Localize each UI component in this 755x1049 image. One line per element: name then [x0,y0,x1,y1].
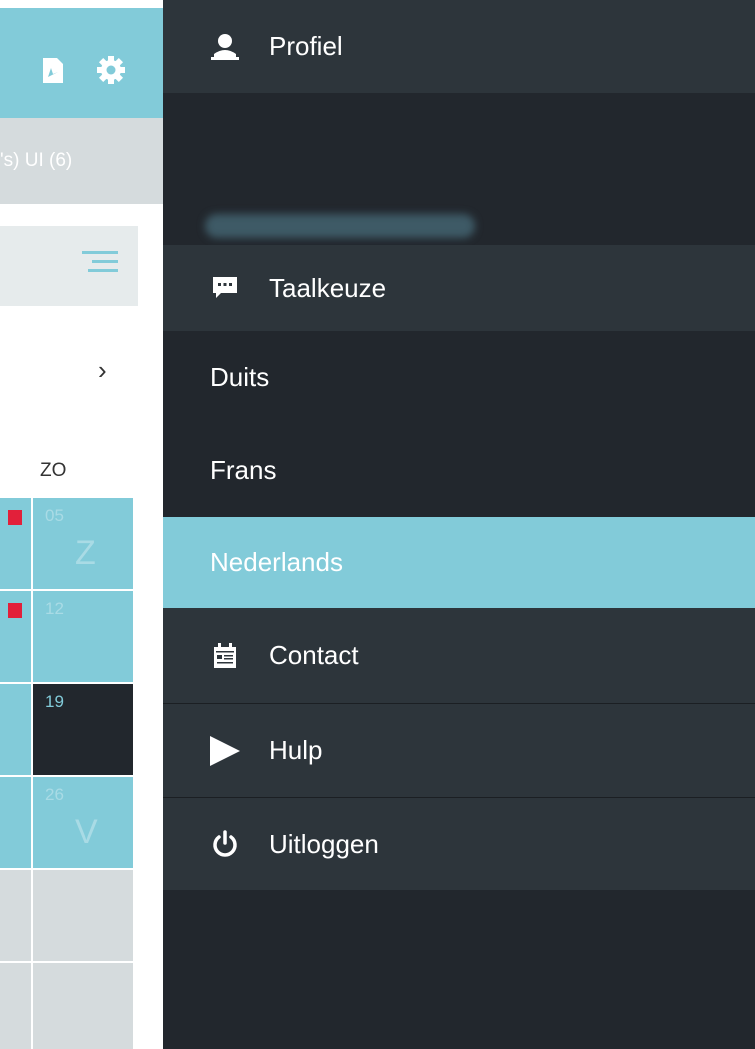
menu-label-language: Taalkeuze [269,272,387,303]
menu-item-help[interactable]: Hulp [163,704,755,798]
menu-label-profile: Profiel [269,31,343,61]
menu-label-contact: Contact [269,640,359,670]
calendar-cell-sunday[interactable]: 05 Z [33,498,133,589]
calendar-row [0,963,133,1049]
language-option-nederlands[interactable]: Nederlands [163,517,755,608]
language-label-duits: Duits [210,362,270,392]
filter-label: 's) UI (6) [0,150,73,171]
calendar-cell-saturday[interactable] [0,870,31,961]
calendar-day-number: 12 [45,599,64,618]
app-toolbar [0,8,163,118]
calendar-cell-saturday[interactable] [0,963,31,1049]
calendar-cell-sunday[interactable] [33,963,133,1049]
navigation-drawer: Profiel Taalkeuze Duits Frans Nederlands [163,0,755,1049]
gear-icon[interactable] [96,55,126,85]
redacted-username [205,214,475,238]
user-info-redacted [163,93,755,301]
menu-header-language: Taalkeuze [163,245,755,331]
calendar-row: 05 Z [0,498,133,591]
calendar-cell-sunday[interactable]: 26 V [33,777,133,868]
contact-card-icon [207,641,243,671]
calendar-cell-saturday[interactable] [0,777,31,868]
calendar-day-number: 26 [45,785,64,804]
calendar-row: 12 [0,591,133,684]
calendar-row: 26 V [0,777,133,870]
language-option-frans[interactable]: Frans [163,424,755,517]
calendar-day-code: Z [75,534,96,572]
calendar-grid: 05 Z 12 19 26 V [0,498,133,1049]
menu-label-logout: Uitloggen [269,828,379,859]
calendar-row: 19 [0,684,133,777]
language-label-frans: Frans [210,455,277,485]
calendar-day-number: 05 [45,506,64,525]
next-arrow-icon[interactable]: › [98,355,107,386]
language-label-nederlands: Nederlands [210,547,343,577]
event-marker [8,603,22,618]
menu-item-contact[interactable]: Contact [163,608,755,704]
language-option-duits[interactable]: Duits [163,331,755,424]
calendar-day-number: 19 [45,692,64,711]
calendar-day-code: V [75,813,98,851]
pdf-icon[interactable] [42,57,64,84]
play-icon [207,735,243,766]
power-icon [207,829,243,859]
filter-bar[interactable]: 's) UI (6) [0,118,163,204]
list-icon [82,251,118,278]
menu-item-logout[interactable]: Uitloggen [163,798,755,890]
calendar-row [0,870,133,963]
calendar-cell-saturday[interactable] [0,591,31,682]
event-marker [8,510,22,525]
calendar-cell-saturday[interactable] [0,498,31,589]
day-header-sunday: ZO [40,460,67,481]
user-icon [207,32,243,62]
menu-item-profile[interactable]: Profiel [163,0,755,93]
calendar-cell-sunday[interactable] [33,870,133,961]
chat-icon [207,273,243,303]
calendar-cell-saturday[interactable] [0,684,31,775]
calendar-cell-sunday[interactable]: 19 [33,684,133,775]
calendar-cell-sunday[interactable]: 12 [33,591,133,682]
background-app: 's) UI (6) › ZO 05 Z 12 19 26 V [0,0,163,1049]
menu-label-help: Hulp [269,735,323,765]
